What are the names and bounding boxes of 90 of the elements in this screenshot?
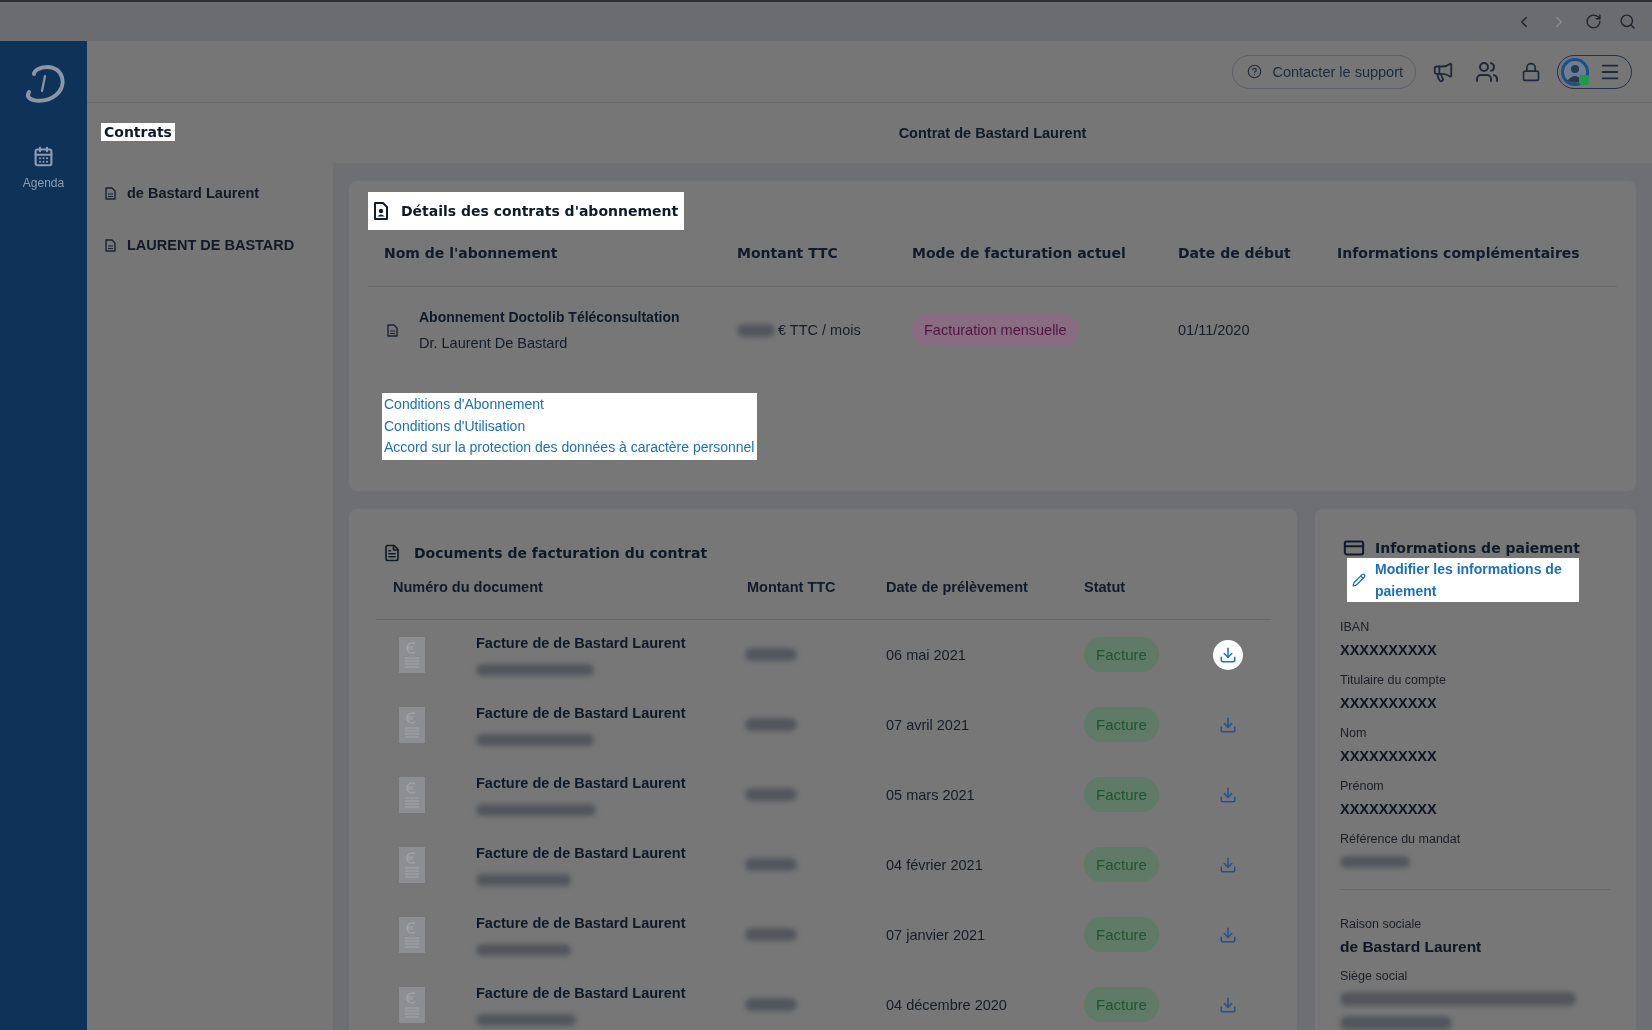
help-icon: [1247, 64, 1263, 79]
status-badge: Facture: [1084, 637, 1159, 672]
megaphone-icon[interactable]: [1432, 60, 1454, 83]
calendar-icon: [33, 146, 54, 167]
section-title: Documents de facturation du contrat: [414, 544, 708, 561]
pencil-icon: [1352, 572, 1366, 587]
invoice-title: Facture de de Bastard Laurent: [476, 774, 686, 793]
lock-icon[interactable]: [1521, 61, 1541, 82]
document-icon: [383, 543, 401, 562]
contract-item[interactable]: de Bastard Laurent: [101, 182, 260, 204]
blurred-text: [745, 788, 797, 801]
invoice-thumbnail-icon: [399, 706, 425, 743]
blurred-text: [745, 998, 797, 1011]
column-header: Informations complémentaires: [1321, 236, 1617, 287]
section-title: Détails des contrats d'abonnement: [401, 203, 679, 219]
invoice-title: Facture de de Bastard Laurent: [476, 704, 686, 723]
nav-item[interactable]: Agenda: [18, 144, 69, 192]
field-value: XXXXXXXXXX: [1340, 746, 1438, 765]
debit-date: 04 décembre 2020: [886, 996, 1007, 1013]
download-icon: [1219, 715, 1237, 734]
document-icon: [105, 186, 116, 200]
column-header: Nom de l'abonnement: [368, 236, 721, 287]
download-button[interactable]: [1213, 639, 1243, 670]
field-value: XXXXXXXXXX: [1340, 693, 1438, 712]
start-date: 01/11/2020: [1178, 322, 1250, 338]
column-header: Statut: [1067, 577, 1180, 620]
field-value: XXXXXXXXXX: [1340, 640, 1438, 659]
debit-date: 06 mai 2021: [886, 646, 966, 663]
panel-title: Contrats: [101, 123, 175, 141]
invoice-thumbnail-icon: [399, 776, 425, 813]
field-label: Nom: [1340, 724, 1368, 741]
blurred-text: [745, 648, 797, 661]
blurred-text: [737, 323, 775, 337]
section-title: Informations de paiement: [1375, 539, 1580, 556]
contract-item[interactable]: LAURENT DE BASTARD: [101, 234, 295, 256]
field-label: Siège social: [1340, 967, 1409, 984]
document-icon: [387, 323, 398, 337]
field-label: Titulaire du compte: [1340, 671, 1447, 688]
column-header: Numéro du document: [376, 577, 730, 620]
people-icon[interactable]: [1475, 59, 1499, 84]
column-header: Montant TTC: [721, 236, 896, 287]
reload-icon[interactable]: [1585, 13, 1602, 30]
document-link[interactable]: Conditions d'Utilisation: [384, 415, 526, 437]
blurred-text: [745, 858, 797, 871]
column-header: Date de prélèvement: [869, 577, 1067, 620]
download-icon: [1219, 785, 1237, 804]
invoice-thumbnail-icon: [399, 916, 425, 953]
field-label: Prénom: [1340, 777, 1385, 794]
status-badge: Facture: [1084, 777, 1159, 812]
invoice-thumbnail-icon: [399, 636, 425, 673]
field-value: de Bastard Laurent: [1340, 937, 1483, 956]
status-badge: Facture: [1084, 707, 1159, 742]
search-icon[interactable]: [1619, 13, 1636, 30]
subscription-name: Abonnement Doctolib Téléconsultation: [419, 308, 680, 327]
subscription-holder: Dr. Laurent De Bastard: [419, 334, 569, 353]
page-title: Contrat de Bastard Laurent: [898, 125, 1087, 141]
download-icon: [1219, 645, 1237, 664]
download-icon: [1219, 925, 1237, 944]
invoice-thumbnail-icon: [399, 846, 425, 883]
debit-date: 05 mars 2021: [886, 786, 975, 803]
invoice-title: Facture de de Bastard Laurent: [476, 634, 686, 653]
document-icon: [105, 238, 116, 252]
billing-mode-badge: Facturation mensuelle: [912, 314, 1079, 346]
document-link[interactable]: Accord sur la protection des données à caractère personnel: [384, 437, 755, 459]
status-badge: Facture: [1084, 917, 1159, 952]
invoice-thumbnail-icon: [399, 986, 425, 1023]
edit-payment-link[interactable]: Modifier les informations de paiement: [1347, 557, 1579, 602]
amount-text: € TTC / mois: [778, 322, 861, 338]
status-badge: Facture: [1084, 847, 1159, 882]
blurred-text: [745, 718, 797, 731]
status-badge: Facture: [1084, 987, 1159, 1022]
profile-document-icon: [374, 202, 388, 220]
debit-date: 07 avril 2021: [886, 716, 970, 733]
invoice-title: Facture de de Bastard Laurent: [476, 984, 686, 1003]
download-icon: [1219, 995, 1237, 1014]
document-link[interactable]: Conditions d'Abonnement: [384, 394, 544, 416]
column-header: Montant TTC: [730, 577, 869, 620]
field-label: IBAN: [1340, 618, 1371, 635]
download-icon: [1219, 855, 1237, 874]
debit-date: 04 février 2021: [886, 856, 983, 873]
column-header: Date de début: [1162, 236, 1321, 287]
debit-date: 07 janvier 2021: [886, 926, 986, 943]
field-label: Référence du mandat: [1340, 830, 1462, 847]
invoice-title: Facture de de Bastard Laurent: [476, 914, 686, 933]
field-label: Raison sociale: [1340, 915, 1423, 932]
blurred-text: [745, 928, 797, 941]
column-header: Mode de facturation actuel: [896, 236, 1162, 287]
field-value: XXXXXXXXXX: [1340, 799, 1438, 818]
blurred-text: [1340, 855, 1410, 868]
invoice-title: Facture de de Bastard Laurent: [476, 844, 686, 863]
